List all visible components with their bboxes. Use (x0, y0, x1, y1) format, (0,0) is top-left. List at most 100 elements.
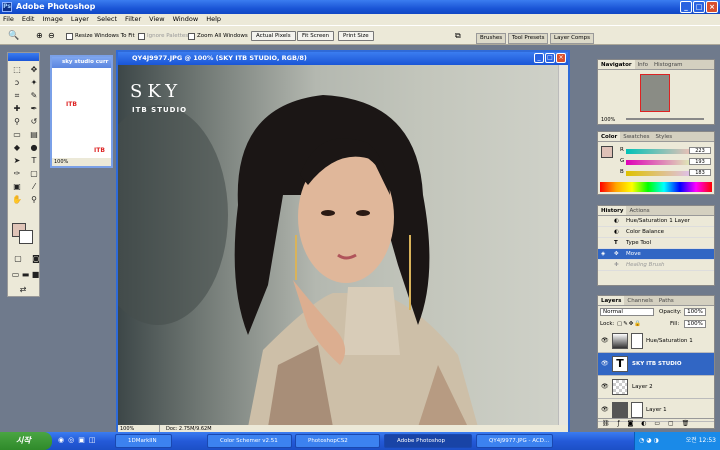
dodge-tool-icon[interactable]: ● (27, 142, 41, 153)
slice-tool-icon[interactable]: ✎ (27, 90, 41, 101)
menu-window[interactable]: Window (173, 14, 199, 25)
shape-tool-icon[interactable]: ▢ (27, 168, 41, 179)
tab-layers[interactable]: Layers (598, 296, 625, 305)
maximize-button[interactable]: □ (693, 1, 705, 13)
clock[interactable]: 오전 12:53 (686, 437, 716, 444)
close-button[interactable]: × (706, 1, 718, 13)
notes-tool-icon[interactable]: ▣ (10, 181, 24, 192)
healing-brush-tool-icon[interactable]: ✚ (10, 103, 24, 114)
navigator-zoom-slider[interactable] (626, 118, 704, 120)
minimize-button[interactable]: _ (680, 1, 692, 13)
tab-color[interactable]: Color (598, 132, 621, 141)
resize-windows-checkbox[interactable] (66, 32, 73, 40)
magic-wand-tool-icon[interactable]: ✦ (27, 77, 41, 88)
tab-actions[interactable]: Actions (626, 206, 652, 215)
channel-b-value[interactable]: 183 (689, 169, 711, 176)
color-ramp[interactable] (600, 182, 712, 192)
zoom-all-checkbox[interactable] (188, 32, 195, 40)
tab-paths[interactable]: Paths (656, 296, 677, 305)
quick-launch-icons[interactable]: ◉◎▣◫ (58, 436, 99, 444)
channel-g-slider[interactable] (626, 160, 696, 165)
clone-stamp-tool-icon[interactable]: ⚲ (10, 116, 24, 127)
path-selection-tool-icon[interactable]: ➤ (10, 155, 24, 166)
well-tab-tool-presets[interactable]: Tool Presets (508, 33, 549, 44)
eye-icon[interactable]: 👁 (601, 384, 609, 390)
tray-icons[interactable]: ◔◕◑ (639, 432, 661, 450)
small-document-title[interactable]: sky studio curr (52, 57, 111, 68)
brush-tool-icon[interactable]: ✒ (27, 103, 41, 114)
history-item[interactable]: T Type Tool (598, 238, 714, 249)
type-tool-icon[interactable]: T (27, 155, 41, 166)
lock-icons[interactable]: ▢✎✥🔒 (617, 318, 642, 330)
ignore-palettes-option[interactable]: Ignore Palettes (138, 31, 188, 41)
lasso-tool-icon[interactable]: ↄ (10, 77, 24, 88)
zoom-tool-icon[interactable]: ⚲ (27, 194, 41, 205)
tab-info[interactable]: Info (635, 60, 651, 69)
menu-help[interactable]: Help (206, 14, 221, 25)
palette-well-icon[interactable]: ⧉ (455, 31, 461, 41)
screen-mode-full-icon[interactable]: ■ (31, 269, 40, 280)
navigator-zoom[interactable]: 100% (601, 117, 615, 123)
eye-icon[interactable]: 👁 (601, 338, 609, 344)
layer-row[interactable]: 👁 Layer 2 (598, 376, 714, 399)
tab-histogram[interactable]: Histogram (651, 60, 686, 69)
document-close-button[interactable]: × (556, 53, 566, 63)
menu-filter[interactable]: Filter (125, 14, 141, 25)
actual-pixels-button[interactable]: Actual Pixels (251, 31, 296, 41)
menu-layer[interactable]: Layer (71, 14, 89, 25)
history-item[interactable]: ◈ ✥ Move (598, 249, 714, 260)
marquee-tool-icon[interactable]: ⬚ (10, 64, 24, 75)
document-maximize-button[interactable]: □ (545, 53, 555, 63)
menu-image[interactable]: Image (42, 14, 62, 25)
menu-edit[interactable]: Edit (22, 14, 35, 25)
history-brush-tool-icon[interactable]: ↺ (27, 116, 41, 127)
tab-styles[interactable]: Styles (652, 132, 675, 141)
eye-icon[interactable]: 👁 (601, 361, 609, 367)
taskbar-button-photoshopcs2[interactable]: PhotoshopCS2 (295, 434, 380, 448)
quick-mask-icon[interactable]: ◙ (29, 253, 43, 264)
print-size-button[interactable]: Print Size (338, 31, 374, 41)
color-foreground-swatch[interactable] (601, 146, 613, 158)
fill-field[interactable]: 100% (684, 320, 706, 328)
menu-file[interactable]: File (3, 14, 14, 25)
channel-r-value[interactable]: 223 (689, 147, 711, 154)
standard-mode-icon[interactable]: ▢ (11, 253, 25, 264)
document-vertical-scrollbar[interactable] (558, 65, 568, 427)
start-button[interactable]: 시작 (0, 432, 52, 450)
tab-history[interactable]: History (598, 206, 627, 215)
eyedropper-tool-icon[interactable]: ⁄ (27, 181, 41, 192)
channel-b-slider[interactable] (626, 171, 696, 176)
navigator-thumbnail[interactable] (640, 74, 670, 112)
gradient-tool-icon[interactable]: ▤ (27, 129, 41, 140)
history-item[interactable]: ✚ Healing Brush (598, 260, 714, 271)
channel-g-value[interactable]: 193 (689, 158, 711, 165)
menu-select[interactable]: Select (97, 14, 117, 25)
eraser-tool-icon[interactable]: ▭ (10, 129, 24, 140)
layer-row[interactable]: 👁 T SKY ITB STUDIO (598, 353, 714, 376)
tab-channels[interactable]: Channels (624, 296, 655, 305)
move-tool-icon[interactable]: ✥ (27, 64, 41, 75)
toolbox-header[interactable] (8, 53, 39, 61)
zoom-all-option[interactable]: Zoom All Windows (188, 31, 248, 41)
zoom-tool-icon[interactable]: 🔍 (8, 31, 19, 41)
blend-mode-select[interactable]: Normal (600, 308, 654, 316)
resize-windows-option[interactable]: Resize Windows To Fit (66, 31, 135, 41)
background-color-swatch[interactable] (19, 230, 33, 244)
ignore-palettes-checkbox[interactable] (138, 32, 145, 40)
tab-navigator[interactable]: Navigator (598, 60, 635, 69)
history-item[interactable]: ◐ Color Balance (598, 227, 714, 238)
well-tab-brushes[interactable]: Brushes (476, 33, 507, 44)
menu-view[interactable]: View (149, 14, 164, 25)
taskbar-button-1dmarkiin[interactable]: 1DMarkIIN (115, 434, 172, 448)
screen-mode-full-menu-icon[interactable]: ▬ (21, 269, 30, 280)
blur-tool-icon[interactable]: ◆ (10, 142, 24, 153)
history-item[interactable]: ◐ Hue/Saturation 1 Layer (598, 216, 714, 227)
imageready-icon[interactable]: ⇄ (16, 284, 30, 295)
fit-screen-button[interactable]: Fit Screen (297, 31, 335, 41)
layer-row[interactable]: 👁 Hue/Saturation 1 (598, 330, 714, 353)
tab-swatches[interactable]: Swatches (620, 132, 652, 141)
document-title[interactable]: QY4J9977.JPG @ 100% (SKY ITB STUDIO, RGB… (118, 52, 568, 65)
crop-tool-icon[interactable]: ⌗ (10, 90, 24, 101)
zoom-in-icon[interactable]: ⊕ (36, 31, 43, 41)
well-tab-layer-comps[interactable]: Layer Comps (550, 33, 595, 44)
